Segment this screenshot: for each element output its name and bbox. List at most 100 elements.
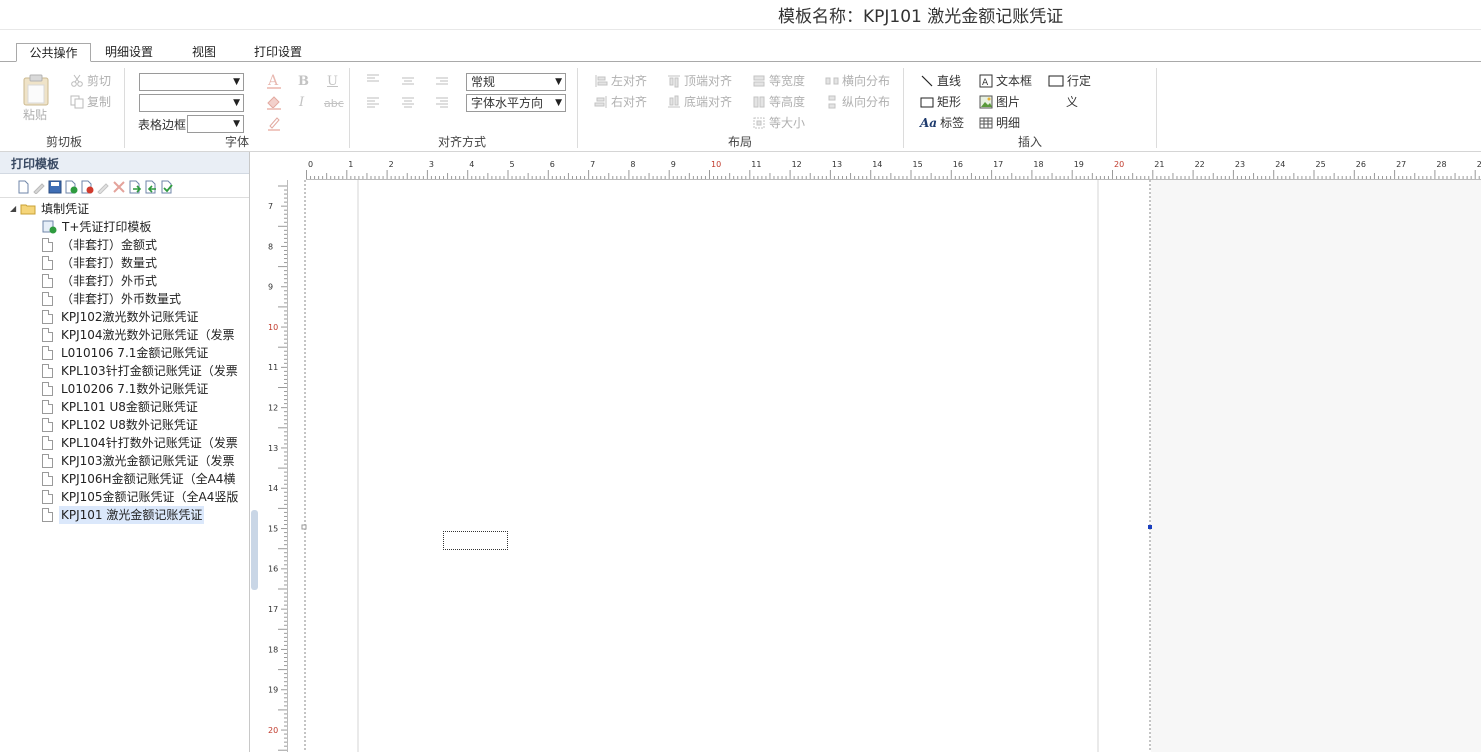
tree-item[interactable]: KPJ105金额记账凭证（全A4竖版: [42, 488, 240, 506]
tree-item-label: KPJ106H金额记账凭证（全A4横: [61, 472, 236, 486]
align-right-icon[interactable]: [435, 97, 449, 109]
same-size-button[interactable]: 等大小: [752, 115, 805, 131]
left-align-label: 左对齐: [611, 74, 648, 88]
align-center-icon[interactable]: [401, 97, 415, 109]
font-color-button[interactable]: A: [267, 72, 281, 90]
insert-custom-row-label-2: 义: [1066, 95, 1079, 109]
table-border-select[interactable]: ▼: [187, 115, 244, 133]
left-align-button[interactable]: 左对齐: [594, 73, 647, 89]
tree-item-label: KPJ103激光金额记账凭证（发票: [61, 454, 235, 468]
cut-label: 剪切: [87, 74, 112, 88]
align-top-left-icon[interactable]: [366, 74, 380, 86]
tree-item[interactable]: L010206 7.1数外记账凭证: [42, 380, 210, 398]
insert-image-button[interactable]: 图片: [979, 94, 1020, 110]
italic-button[interactable]: I: [299, 95, 304, 110]
collapse-arrow-icon[interactable]: ◢: [10, 200, 16, 218]
tree-item[interactable]: （非套打）外币数量式: [42, 290, 183, 308]
tree-item[interactable]: L010106 7.1金额记账凭证: [42, 344, 210, 362]
selected-element[interactable]: [443, 531, 508, 550]
tree-item[interactable]: KPL104针打数外记账凭证（发票: [42, 434, 240, 452]
paste-button[interactable]: 粘贴: [20, 74, 52, 122]
document-icon: [42, 400, 53, 414]
tree-item-label: KPJ105金额记账凭证（全A4竖版: [61, 490, 239, 504]
pen-color-button[interactable]: [266, 115, 282, 131]
document-icon: [42, 256, 53, 270]
bold-button[interactable]: B: [298, 74, 309, 89]
tree-item[interactable]: KPL101 U8金额记账凭证: [42, 398, 200, 416]
tab-detail-settings[interactable]: 明细设置: [98, 43, 160, 62]
insert-detail-button[interactable]: 明细: [979, 115, 1020, 131]
same-size-icon: [753, 117, 765, 129]
tree-item-label: KPL101 U8金额记账凭证: [61, 400, 198, 414]
table-grid-icon: [979, 117, 993, 129]
right-align-button[interactable]: 右对齐: [594, 94, 647, 110]
h-distribute-button[interactable]: 横向分布: [825, 73, 890, 89]
edit-icon[interactable]: [32, 180, 46, 194]
font-size-select[interactable]: ▼: [139, 94, 244, 112]
font-family-select[interactable]: ▼: [139, 73, 244, 91]
strike-button[interactable]: abc: [324, 97, 344, 110]
top-align-button[interactable]: 顶端对齐: [667, 73, 732, 89]
tree-item-label: （非套打）金额式: [61, 238, 158, 252]
top-align-icon: [668, 75, 680, 88]
new-file-icon[interactable]: [16, 180, 30, 194]
tree-item[interactable]: （非套打）外币式: [42, 272, 159, 290]
tab-view[interactable]: 视图: [184, 43, 224, 62]
tree-item[interactable]: KPL103针打金额记账凭证（发票: [42, 362, 240, 380]
text-label-icon: Aa: [920, 116, 938, 130]
tree-root[interactable]: ◢ 填制凭证: [10, 200, 91, 218]
insert-line-button[interactable]: 直线: [920, 73, 961, 89]
tree-item[interactable]: （非套打）金额式: [42, 236, 159, 254]
copy-button[interactable]: 复制: [70, 94, 111, 110]
tree-item[interactable]: （非套打）数量式: [42, 254, 159, 272]
download-icon[interactable]: [160, 180, 174, 194]
document-icon: [42, 418, 53, 432]
tree-item-label: KPJ101 激光金额记账凭证: [59, 506, 205, 524]
bottom-align-button[interactable]: 底端对齐: [667, 94, 732, 110]
tree-item-label: KPL102 U8数外记账凭证: [61, 418, 198, 432]
page-title: 模板名称：KPJ101 激光金额记账凭证: [778, 7, 1064, 27]
delete-icon[interactable]: [80, 180, 94, 194]
same-width-button[interactable]: 等宽度: [752, 73, 805, 89]
align-left-icon[interactable]: [366, 97, 380, 109]
fill-color-button[interactable]: [265, 94, 283, 110]
insert-rect-button[interactable]: 矩形: [920, 94, 961, 110]
panel-splitter[interactable]: [251, 510, 258, 590]
tree-item[interactable]: KPJ106H金额记账凭证（全A4横: [42, 470, 237, 488]
tree-item-label: （非套打）外币数量式: [61, 292, 182, 306]
export-icon[interactable]: [144, 180, 158, 194]
apply-icon[interactable]: [64, 180, 78, 194]
tab-common[interactable]: 公共操作: [16, 43, 91, 62]
align-bottom-right-icon[interactable]: [435, 76, 449, 88]
underline-button[interactable]: U: [327, 74, 338, 89]
tree-item[interactable]: T+凭证打印模板: [42, 218, 153, 236]
import-icon[interactable]: [128, 180, 142, 194]
tree-item[interactable]: KPJ101 激光金额记账凭证: [42, 506, 205, 524]
rename-icon[interactable]: [96, 180, 110, 194]
cut-button[interactable]: 剪切: [70, 73, 111, 89]
save-icon[interactable]: [48, 180, 62, 194]
tree-item-label: KPJ102激光数外记账凭证: [61, 310, 199, 324]
same-height-icon: [753, 96, 765, 108]
close-icon[interactable]: [112, 180, 126, 194]
text-direction-select[interactable]: 字体水平方向 ▼: [466, 94, 566, 112]
tab-print-settings[interactable]: 打印设置: [246, 43, 310, 62]
text-style-select[interactable]: 常规 ▼: [466, 73, 566, 91]
insert-custom-row-button[interactable]: 行定: [1048, 73, 1091, 89]
tree-item[interactable]: KPJ102激光数外记账凭证: [42, 308, 201, 326]
same-height-button[interactable]: 等高度: [752, 94, 805, 110]
clipboard-group-label: 剪切板: [46, 135, 83, 149]
design-canvas[interactable]: 0 1 2 3 4 5 6 7 8 9 10 11 12 13 14 15 16 17 18 19 20 21 22 23 24…: [258, 152, 1481, 752]
document-icon: [42, 436, 53, 450]
insert-textbox-button[interactable]: A 文本框: [979, 73, 1032, 89]
tree-item[interactable]: KPJ104激光数外记账凭证（发票: [42, 326, 237, 344]
tree-item[interactable]: KPJ103激光金额记账凭证（发票: [42, 452, 237, 470]
align-middle-center-icon[interactable]: [401, 76, 415, 88]
tree-item-label: T+凭证打印模板: [62, 220, 152, 234]
document-icon: [42, 364, 53, 378]
insert-tag-button[interactable]: Aa 标签: [920, 115, 964, 131]
tree-item-label: L010106 7.1金额记账凭证: [61, 346, 209, 360]
v-distribute-button[interactable]: 纵向分布: [825, 94, 890, 110]
textbox-icon: A: [979, 74, 993, 88]
tree-item[interactable]: KPL102 U8数外记账凭证: [42, 416, 200, 434]
